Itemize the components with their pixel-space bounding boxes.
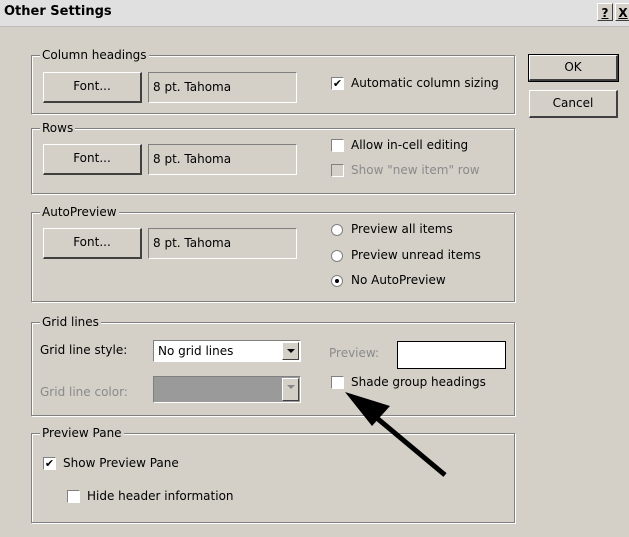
close-button[interactable]: X <box>615 3 629 21</box>
hide-header-information-checkbox[interactable] <box>67 490 80 503</box>
preview-unread-items-label: Preview unread items <box>351 248 481 262</box>
preview-pane-title: Preview Pane <box>40 426 124 440</box>
other-settings-dialog: Other Settings ? X OK Cancel Column head… <box>0 0 629 537</box>
cancel-button[interactable]: Cancel <box>529 90 618 118</box>
show-preview-pane-label: Show Preview Pane <box>63 456 179 470</box>
radio-dot-icon <box>335 279 339 283</box>
grid-line-color-dropdown[interactable] <box>153 376 301 403</box>
autopreview-font-value: 8 pt. Tahoma <box>148 228 297 259</box>
show-preview-pane-checkbox[interactable]: ✔ <box>43 457 56 470</box>
no-autopreview-label: No AutoPreview <box>351 273 446 287</box>
rows-font-button[interactable]: Font... <box>43 144 142 175</box>
help-button[interactable]: ? <box>597 3 613 21</box>
grid-preview-box <box>397 341 506 369</box>
column-headings-title: Column headings <box>40 48 149 62</box>
shade-group-headings-label: Shade group headings <box>351 375 486 389</box>
title-bar: Other Settings ? X <box>0 0 629 27</box>
preview-all-items-label: Preview all items <box>351 222 453 236</box>
show-new-item-row-label: Show "new item" row <box>351 163 480 177</box>
allow-in-cell-editing-label: Allow in-cell editing <box>351 138 469 152</box>
automatic-column-sizing-checkbox[interactable]: ✔ <box>331 77 344 90</box>
autopreview-title: AutoPreview <box>40 205 119 219</box>
grid-line-style-value: No grid lines <box>158 344 234 358</box>
shade-group-headings-checkbox[interactable] <box>331 376 344 389</box>
rows-font-value: 8 pt. Tahoma <box>148 144 297 175</box>
grid-line-style-label: Grid line style: <box>40 343 128 357</box>
grid-line-color-label: Grid line color: <box>40 385 128 399</box>
preview-pane-group: Preview Pane <box>31 426 515 523</box>
dialog-title: Other Settings <box>4 4 112 19</box>
ok-button[interactable]: OK <box>528 54 619 82</box>
grid-lines-title: Grid lines <box>40 315 101 329</box>
preview-all-items-radio[interactable] <box>331 224 343 236</box>
preview-label: Preview: <box>329 346 380 360</box>
check-mark-icon: ✔ <box>332 77 343 90</box>
dropdown-arrow-icon[interactable] <box>282 378 299 401</box>
autopreview-font-button[interactable]: Font... <box>43 228 142 259</box>
dropdown-arrow-icon[interactable] <box>282 342 299 360</box>
column-headings-font-button[interactable]: Font... <box>43 72 142 103</box>
preview-unread-items-radio[interactable] <box>331 250 343 262</box>
grid-line-style-dropdown[interactable]: No grid lines <box>153 340 301 362</box>
hide-header-information-label: Hide header information <box>87 489 234 503</box>
no-autopreview-radio[interactable] <box>331 275 343 287</box>
column-headings-font-value: 8 pt. Tahoma <box>148 72 297 103</box>
check-mark-icon: ✔ <box>44 457 55 470</box>
rows-title: Rows <box>40 121 76 135</box>
show-new-item-row-checkbox[interactable] <box>331 164 344 177</box>
allow-in-cell-editing-checkbox[interactable] <box>331 139 344 152</box>
automatic-column-sizing-label: Automatic column sizing <box>351 76 499 90</box>
